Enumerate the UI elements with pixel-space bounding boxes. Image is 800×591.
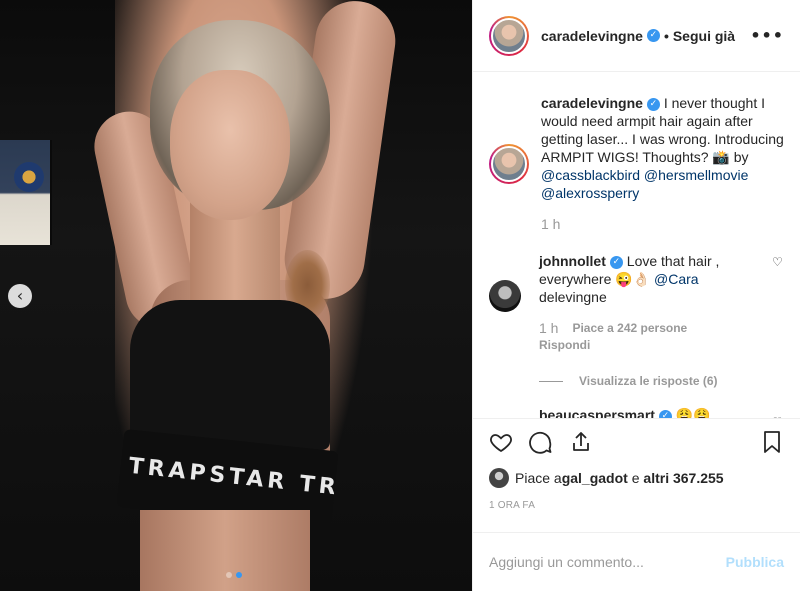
comment-body-tail: delevingne <box>539 289 607 305</box>
comment-like-heart-icon[interactable]: ♡ <box>772 416 784 418</box>
comment-avatar[interactable] <box>489 280 521 312</box>
mention-link[interactable]: @alexrossperry <box>541 185 639 201</box>
likes-prefix: Piace a <box>515 470 562 486</box>
bra-band-text: TRAPSTAR TRAPSTAR <box>127 453 339 514</box>
replies-line <box>539 380 563 382</box>
likes-count[interactable]: altri 367.255 <box>643 470 723 486</box>
list-item: johnnollet ✓ Love that hair , everywhere … <box>489 252 784 352</box>
mention-link[interactable]: @cassblackbird <box>541 167 640 183</box>
reply-button[interactable]: Rispondi <box>539 338 590 352</box>
post-side-panel: caradelevingne ✓ • Segui già ••• caradel… <box>472 0 800 591</box>
heart-icon[interactable] <box>489 430 513 454</box>
carousel-dots <box>226 572 242 578</box>
comments-list[interactable]: caradelevingne ✓ I never thought I would … <box>473 72 800 418</box>
share-icon[interactable] <box>569 430 593 454</box>
verified-badge-icon: ✓ <box>646 29 660 42</box>
verified-badge-icon: ✓ <box>609 255 623 269</box>
photo-sports-bra <box>130 300 330 450</box>
following-button[interactable]: Segui già <box>673 28 735 44</box>
post-photo[interactable]: TRAPSTAR TRAPSTAR ‹ <box>0 0 472 591</box>
comment-body: 😩😩 <box>671 407 711 418</box>
liker-username[interactable]: gal_gadot <box>562 470 628 486</box>
comment-text: beaucaspersmart ✓ 😩😩 <box>539 406 711 418</box>
photo-face <box>170 70 290 220</box>
post-timestamp[interactable]: 1 ora fa <box>473 492 800 532</box>
header-username[interactable]: caradelevingne <box>541 28 643 44</box>
avatar[interactable] <box>489 15 529 56</box>
photo-belly <box>140 510 310 591</box>
comment-text: johnnollet ✓ Love that hair , everywhere … <box>539 252 758 306</box>
comment-icon[interactable] <box>529 430 553 454</box>
liker-avatar <box>489 468 509 488</box>
comment-like-heart-icon[interactable]: ♡ <box>772 256 784 268</box>
verified-badge-icon: ✓ <box>646 97 660 111</box>
post-header: caradelevingne ✓ • Segui già ••• <box>473 0 800 72</box>
list-item: beaucaspersmart✓ 😩😩 ♡ <box>489 406 784 418</box>
add-comment-bar: Pubblica <box>473 532 800 590</box>
more-options-icon[interactable]: ••• <box>750 26 784 45</box>
caption-text: caradelevingne ✓ I never thought I would … <box>541 94 784 202</box>
comment-input[interactable] <box>489 553 726 570</box>
caption: caradelevingne ✓ I never thought I would … <box>489 94 784 232</box>
comment-username[interactable]: johnnollet <box>539 253 606 269</box>
caption-avatar[interactable] <box>489 144 529 184</box>
mention-link[interactable]: @hersmellmovie <box>644 167 748 183</box>
caption-meta: 1 h <box>541 216 784 232</box>
bookmark-icon[interactable] <box>760 430 784 454</box>
view-replies-button[interactable]: Visualizza le risposte (6) <box>539 374 784 388</box>
likes-summary[interactable]: Piace a gal_gadot e altri 367.255 <box>473 464 800 492</box>
header-separator: • <box>663 27 669 44</box>
post-actions-bar <box>473 418 800 464</box>
comment-likes[interactable]: Piace a 242 persone <box>572 321 687 335</box>
comment-meta: 1 h Piace a 242 persone <box>539 320 758 336</box>
background-poster <box>0 140 52 245</box>
comment-actions: Rispondi <box>539 338 758 352</box>
carousel-prev-button[interactable]: ‹ <box>8 284 32 308</box>
instagram-post: TRAPSTAR TRAPSTAR ‹ caradelevingne ✓ • S… <box>0 0 800 591</box>
publish-button[interactable]: Pubblica <box>726 554 784 570</box>
poster-disc <box>14 162 44 192</box>
view-replies-label: Visualizza le risposte (6) <box>579 374 718 388</box>
carousel-dot-active <box>236 572 242 578</box>
comment-username[interactable]: beaucaspersmart <box>539 407 655 418</box>
verified-badge-icon: ✓ <box>658 409 672 418</box>
mention-link[interactable]: @Cara <box>654 271 699 287</box>
likes-middle: e <box>627 470 644 486</box>
carousel-dot <box>226 572 232 578</box>
comment-time[interactable]: 1 h <box>539 320 558 336</box>
caption-username[interactable]: caradelevingne <box>541 95 643 111</box>
caption-time[interactable]: 1 h <box>541 216 560 232</box>
